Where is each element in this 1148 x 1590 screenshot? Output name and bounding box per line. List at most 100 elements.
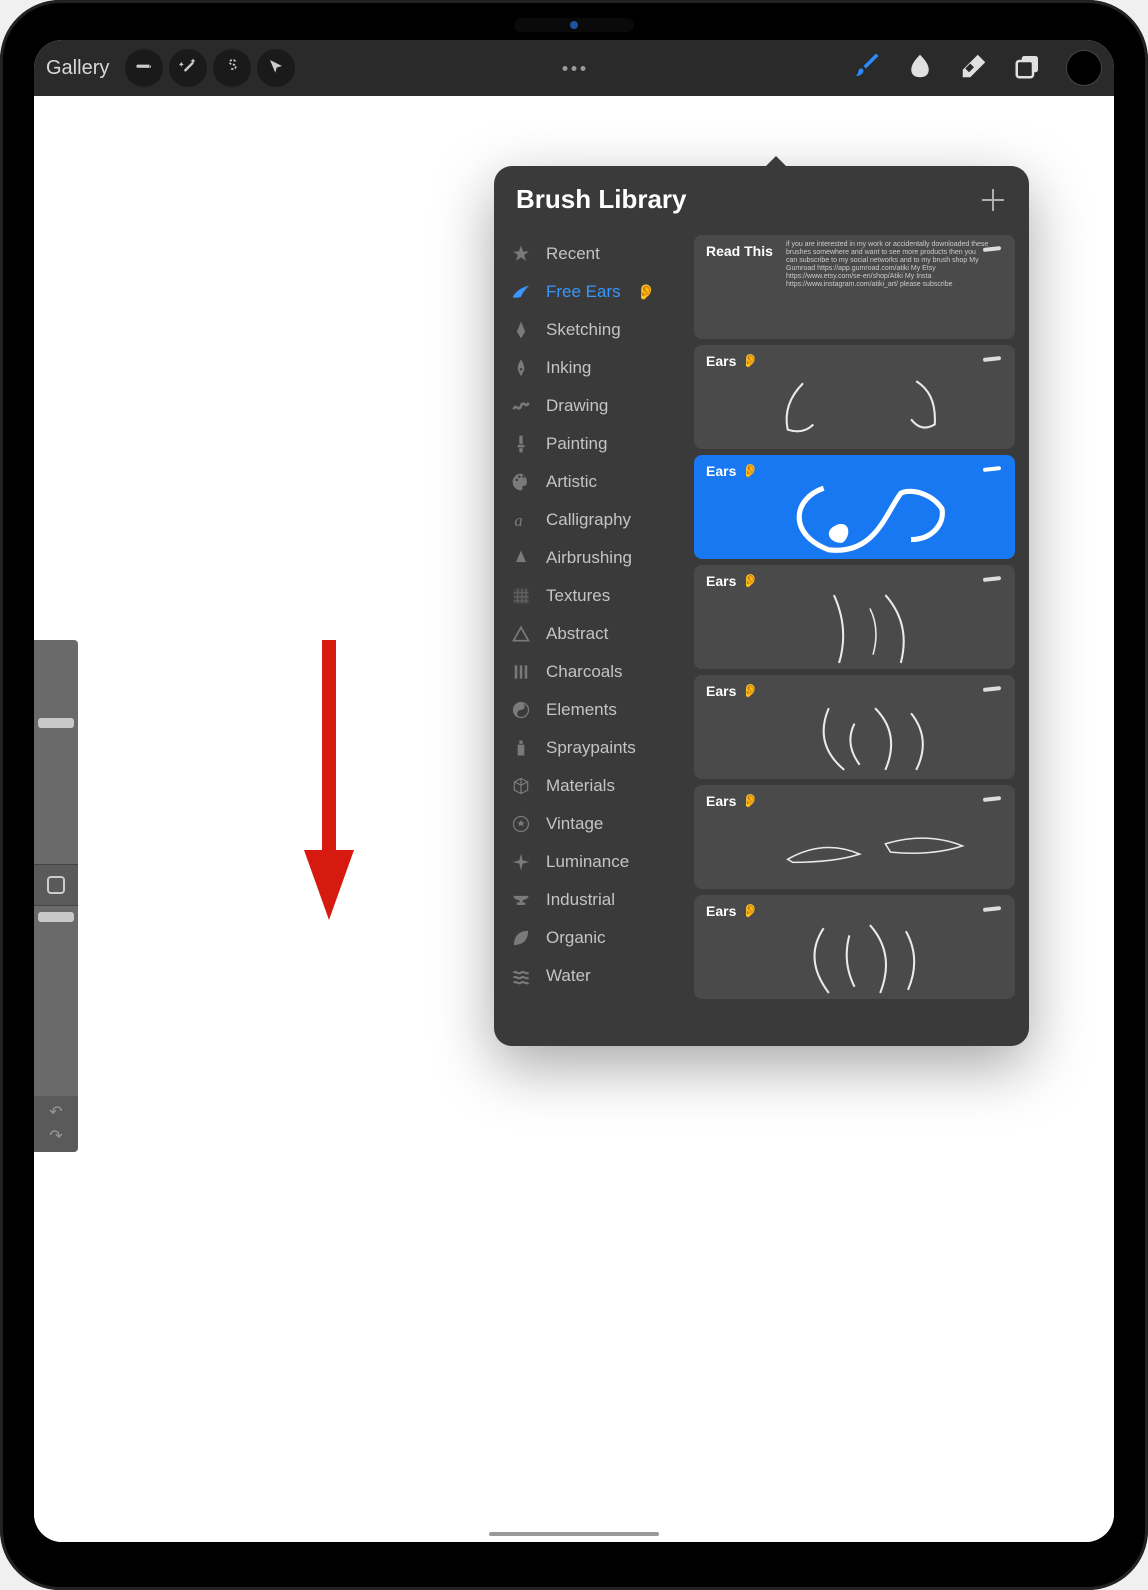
brush-card[interactable]: Ears👂 bbox=[694, 565, 1015, 669]
top-toolbar: Gallery bbox=[34, 40, 1114, 96]
ipad-frame: Gallery bbox=[0, 0, 1148, 1590]
layers-button[interactable] bbox=[1012, 52, 1044, 84]
actions-button[interactable] bbox=[125, 49, 163, 87]
brush-card[interactable]: Ears👂 bbox=[694, 455, 1015, 559]
category-water[interactable]: Water bbox=[494, 957, 694, 995]
brush-preview bbox=[702, 813, 1007, 885]
cube-icon bbox=[510, 775, 532, 797]
category-label: Industrial bbox=[546, 890, 615, 910]
slider-thumb[interactable] bbox=[38, 912, 74, 922]
category-label: Airbrushing bbox=[546, 548, 632, 568]
pencil-tip-icon bbox=[510, 319, 532, 341]
color-picker-button[interactable] bbox=[1066, 50, 1102, 86]
category-label: Water bbox=[546, 966, 591, 986]
popover-body: Recent Free Ears 👂 Sketching Inking Draw… bbox=[494, 229, 1029, 1046]
category-textures[interactable]: Textures bbox=[494, 577, 694, 615]
category-materials[interactable]: Materials bbox=[494, 767, 694, 805]
star-icon bbox=[510, 243, 532, 265]
category-sketching[interactable]: Sketching bbox=[494, 311, 694, 349]
brushstroke-icon bbox=[510, 281, 532, 303]
layers-icon bbox=[1013, 51, 1043, 86]
category-painting[interactable]: Painting bbox=[494, 425, 694, 463]
opacity-slider-lower[interactable] bbox=[34, 906, 78, 1096]
brush-card[interactable]: Ears👂 bbox=[694, 345, 1015, 449]
opacity-slider-upper[interactable] bbox=[34, 734, 78, 864]
ellipsis-icon[interactable] bbox=[563, 66, 586, 71]
brush-category-list[interactable]: Recent Free Ears 👂 Sketching Inking Draw… bbox=[494, 229, 694, 1046]
brush-card[interactable]: Ears👂 bbox=[694, 785, 1015, 889]
lines-icon bbox=[510, 661, 532, 683]
category-spraypaints[interactable]: Spraypaints bbox=[494, 729, 694, 767]
category-organic[interactable]: Organic bbox=[494, 919, 694, 957]
sparkle-icon bbox=[510, 851, 532, 873]
category-label: Artistic bbox=[546, 472, 597, 492]
star-circle-icon bbox=[510, 813, 532, 835]
category-label: Drawing bbox=[546, 396, 608, 416]
undo-icon[interactable]: ↶ bbox=[49, 1102, 62, 1122]
redo-icon[interactable]: ↷ bbox=[49, 1126, 62, 1146]
brush-preview bbox=[702, 593, 1007, 665]
transform-button[interactable] bbox=[257, 49, 295, 87]
ear-emoji: 👂 bbox=[742, 463, 758, 479]
adjustments-button[interactable] bbox=[169, 49, 207, 87]
category-elements[interactable]: Elements bbox=[494, 691, 694, 729]
selection-button[interactable] bbox=[213, 49, 251, 87]
category-luminance[interactable]: Luminance bbox=[494, 843, 694, 881]
ipad-camera-notch bbox=[514, 18, 634, 32]
brush-size-slider[interactable] bbox=[34, 640, 78, 734]
yinyang-icon bbox=[510, 699, 532, 721]
category-label: Textures bbox=[546, 586, 610, 606]
smudge-tool-button[interactable] bbox=[904, 52, 936, 84]
brush-preview bbox=[702, 923, 1007, 995]
category-charcoals[interactable]: Charcoals bbox=[494, 653, 694, 691]
brush-tool-button[interactable] bbox=[850, 52, 882, 84]
popover-header: Brush Library bbox=[494, 166, 1029, 229]
category-airbrushing[interactable]: Airbrushing bbox=[494, 539, 694, 577]
screen: Gallery bbox=[34, 40, 1114, 1542]
slider-thumb[interactable] bbox=[38, 718, 74, 728]
modify-button[interactable] bbox=[34, 864, 78, 906]
toolbar-center bbox=[563, 66, 586, 71]
category-drawing[interactable]: Drawing bbox=[494, 387, 694, 425]
category-abstract[interactable]: Abstract bbox=[494, 615, 694, 653]
selection-s-icon bbox=[223, 57, 241, 80]
brush-name: Ears👂 bbox=[706, 353, 1003, 369]
category-calligraphy[interactable]: a Calligraphy bbox=[494, 501, 694, 539]
calligraphy-a-icon: a bbox=[510, 509, 532, 531]
home-indicator[interactable] bbox=[489, 1532, 659, 1536]
wrench-icon bbox=[134, 56, 154, 81]
category-free-ears[interactable]: Free Ears 👂 bbox=[494, 273, 694, 311]
side-panel: ↶ ↷ bbox=[34, 640, 78, 1152]
add-brush-button[interactable] bbox=[979, 186, 1007, 214]
undo-redo-group: ↶ ↷ bbox=[34, 1096, 78, 1152]
brush-card[interactable]: Ears👂 bbox=[694, 895, 1015, 999]
eraser-icon bbox=[959, 51, 989, 86]
cursor-arrow-icon bbox=[267, 57, 285, 80]
category-industrial[interactable]: Industrial bbox=[494, 881, 694, 919]
squiggle-icon bbox=[510, 395, 532, 417]
category-label: Painting bbox=[546, 434, 607, 454]
category-label: Elements bbox=[546, 700, 617, 720]
brush-list[interactable]: Read This if you are interested in my wo… bbox=[694, 229, 1029, 1046]
category-inking[interactable]: Inking bbox=[494, 349, 694, 387]
brush-icon bbox=[851, 51, 881, 86]
category-label: Calligraphy bbox=[546, 510, 631, 530]
popover-title: Brush Library bbox=[516, 184, 687, 215]
brush-name: Ears👂 bbox=[706, 683, 1003, 699]
category-artistic[interactable]: Artistic bbox=[494, 463, 694, 501]
brush-name: Ears👂 bbox=[706, 573, 1003, 589]
brush-card[interactable]: Read This if you are interested in my wo… bbox=[694, 235, 1015, 339]
category-recent[interactable]: Recent bbox=[494, 235, 694, 273]
texture-icon bbox=[510, 585, 532, 607]
category-label: Sketching bbox=[546, 320, 621, 340]
brush-card[interactable]: Ears👂 bbox=[694, 675, 1015, 779]
brush-name: Ears👂 bbox=[706, 903, 1003, 919]
waves-icon bbox=[510, 965, 532, 987]
brush-name: Ears👂 bbox=[706, 793, 1003, 809]
eraser-tool-button[interactable] bbox=[958, 52, 990, 84]
category-label: Vintage bbox=[546, 814, 603, 834]
gallery-button[interactable]: Gallery bbox=[46, 57, 109, 80]
category-vintage[interactable]: Vintage bbox=[494, 805, 694, 843]
category-label: Abstract bbox=[546, 624, 608, 644]
square-icon bbox=[47, 876, 65, 894]
